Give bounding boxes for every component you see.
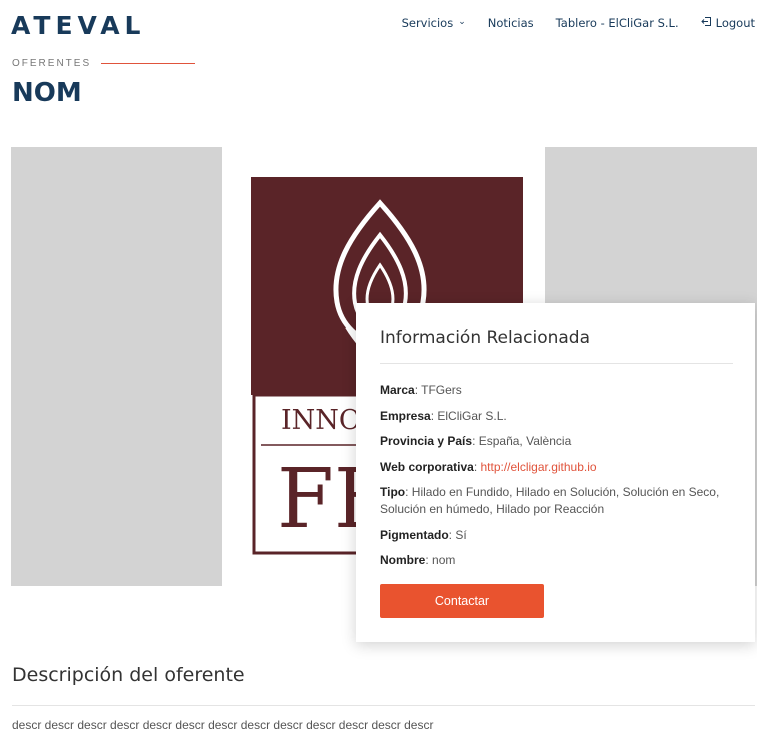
info-row-web: Web corporativa: http://elcligar.github.… (380, 459, 597, 474)
info-value: Sí (455, 527, 467, 542)
card-divider (380, 363, 733, 364)
info-row-pigmentado: Pigmentado: Sí (380, 527, 467, 542)
info-value: Hilado en Fundido, Hilado en Solución, S… (380, 485, 720, 516)
info-label: Provincia y País (380, 434, 473, 448)
info-label: Marca (380, 383, 415, 397)
top-nav: Servicios ⌄ Noticias Tablero - ElCliGar … (380, 16, 755, 30)
nav-servicios-label: Servicios (401, 16, 454, 30)
info-row-empresa: Empresa: ElCliGar S.L. (380, 408, 507, 423)
card-title: Información Relacionada (380, 328, 591, 348)
info-label: Nombre (380, 553, 426, 567)
eyebrow-divider (101, 63, 196, 64)
logout-icon (700, 16, 712, 30)
info-row-nombre: Nombre: nom (380, 553, 456, 567)
nav-noticias[interactable]: Noticias (488, 16, 534, 30)
nav-tablero-label: Tablero - ElCliGar S.L. (555, 16, 679, 30)
info-label: Empresa (380, 408, 431, 423)
info-row-tipo: Tipo: Hilado en Fundido, Hilado en Soluc… (380, 485, 720, 516)
section-eyebrow: OFERENTES (12, 58, 196, 69)
gallery-slide-left[interactable] (11, 147, 222, 586)
chevron-down-icon: ⌄ (458, 17, 466, 27)
logo-text-top: INNO (281, 405, 361, 436)
related-info-card: Información Relacionada Marca: TFGers Em… (356, 303, 755, 642)
contactar-button[interactable]: Contactar (380, 584, 544, 618)
page-title: NOM (12, 78, 82, 108)
info-value: nom (432, 553, 456, 567)
description-text: descr descr descr descr descr descr desc… (12, 718, 434, 730)
page: ATEVAL Servicios ⌄ Noticias Tablero - El… (0, 0, 757, 730)
nav-tablero[interactable]: Tablero - ElCliGar S.L. (556, 16, 679, 30)
description-divider (12, 705, 755, 706)
info-row-marca: Marca: TFGers (380, 383, 462, 397)
info-label: Pigmentado (380, 527, 449, 542)
nav-logout[interactable]: Logout (700, 16, 755, 30)
nav-noticias-label: Noticias (487, 16, 534, 30)
section-eyebrow-label: OFERENTES (12, 58, 92, 69)
info-label: Tipo (380, 485, 406, 499)
nav-servicios[interactable]: Servicios ⌄ (402, 16, 466, 30)
info-label: Web corporativa (380, 459, 474, 474)
ateval-logo[interactable]: ATEVAL (11, 11, 145, 40)
description-title: Descripción del oferente (12, 664, 245, 686)
web-link[interactable]: http://elcligar.github.io (480, 460, 596, 474)
nav-logout-label: Logout (715, 16, 755, 30)
card-info-list: Marca: TFGers Empresa: ElCliGar S.L. Pro… (380, 382, 740, 578)
info-value: ElCliGar S.L. (437, 408, 507, 423)
info-value: TFGers (421, 383, 462, 397)
info-value: España, València (478, 434, 572, 448)
info-row-provincia: Provincia y País: España, València (380, 434, 572, 448)
